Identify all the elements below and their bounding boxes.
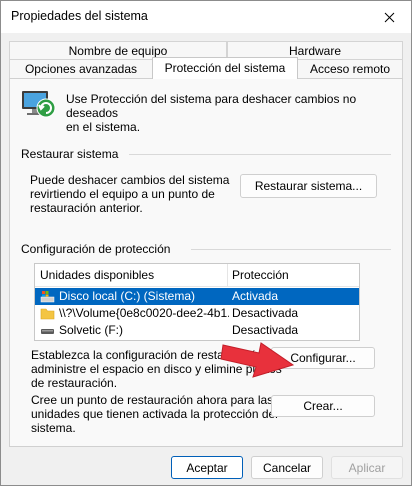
system-drive-icon (40, 291, 55, 303)
create-button[interactable]: Crear... (271, 395, 375, 417)
tab-acceso-remoto[interactable]: Acceso remoto (297, 59, 403, 78)
drive-icon (41, 329, 54, 334)
drive-status: Desactivada (232, 306, 299, 320)
close-button[interactable] (367, 1, 411, 33)
system-properties-dialog: Propiedades del sistema Nombre de equipo… (0, 0, 412, 486)
protection-divider (191, 249, 391, 250)
tab-opciones-avanzadas[interactable]: Opciones avanzadas (9, 59, 153, 78)
drive-status: Activada (232, 289, 279, 303)
list-item[interactable]: Disco local (C:) (Sistema) Activada (35, 288, 359, 305)
list-item[interactable]: \\?\Volume{0e8c0020-dee2-4b1... Desactiv… (35, 305, 359, 322)
drive-name: Solvetic (F:) (59, 323, 124, 337)
apply-button[interactable]: Aplicar (331, 456, 403, 479)
restore-group-title: Restaurar sistema (21, 147, 119, 161)
drives-list[interactable]: Unidades disponibles Protección Disco lo… (34, 263, 360, 341)
cancel-button[interactable]: Cancelar (251, 456, 323, 479)
restore-description: Puede deshacer cambios del sistema revir… (30, 173, 230, 215)
folder-icon (40, 308, 55, 320)
restore-system-button[interactable]: Restaurar sistema... (240, 174, 377, 198)
column-header-protection[interactable]: Protección (232, 268, 289, 282)
accept-button[interactable]: Aceptar (171, 456, 243, 479)
protection-group-title: Configuración de protección (21, 242, 171, 256)
close-icon (384, 12, 394, 22)
window-title: Propiedades del sistema (11, 9, 148, 23)
title-bar: Propiedades del sistema (1, 1, 411, 33)
restore-divider (129, 154, 391, 155)
list-header: Unidades disponibles Protección (35, 264, 359, 287)
intro-text: Use Protección del sistema para deshacer… (66, 92, 357, 134)
arrow-annotation-icon (220, 342, 295, 378)
drive-name: \\?\Volume{0e8c0020-dee2-4b1... (59, 306, 229, 320)
column-header-drives[interactable]: Unidades disponibles (40, 268, 154, 282)
list-item[interactable]: Solvetic (F:) Desactivada (35, 322, 359, 339)
tab-proteccion-sistema[interactable]: Protección del sistema (152, 57, 298, 79)
column-separator (227, 264, 228, 286)
system-protection-icon (22, 91, 56, 118)
drive-name: Disco local (C:) (Sistema) (59, 289, 196, 303)
list-scrollbar[interactable] (359, 264, 360, 340)
create-description: Cree un punto de restauración ahora para… (31, 393, 278, 435)
